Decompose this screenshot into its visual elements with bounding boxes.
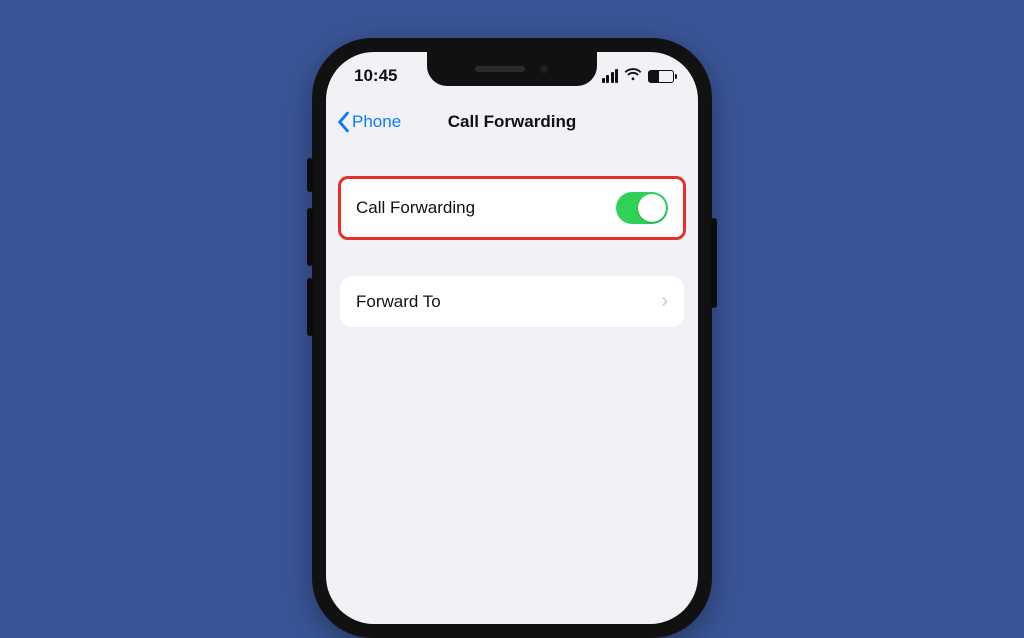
forward-to-row[interactable]: Forward To ›: [340, 276, 684, 327]
call-forwarding-toggle[interactable]: [616, 192, 668, 224]
phone-frame: 10:45 Phone: [312, 38, 712, 638]
toggle-knob: [638, 194, 666, 222]
forward-to-label: Forward To: [356, 292, 441, 312]
status-time: 10:45: [354, 66, 397, 86]
battery-icon: [648, 70, 674, 83]
cellular-signal-icon: [600, 69, 618, 83]
wifi-icon: [624, 66, 642, 86]
volume-down-button: [307, 278, 313, 336]
navigation-bar: Phone Call Forwarding: [326, 100, 698, 144]
front-camera: [539, 64, 549, 74]
call-forwarding-label: Call Forwarding: [356, 198, 475, 218]
back-button[interactable]: Phone: [336, 111, 401, 133]
back-label: Phone: [352, 112, 401, 132]
chevron-left-icon: [336, 111, 350, 133]
phone-screen: 10:45 Phone: [326, 52, 698, 624]
notch: [427, 52, 597, 86]
status-indicators: [600, 66, 674, 86]
page-title: Call Forwarding: [448, 112, 576, 132]
silence-switch: [307, 158, 313, 192]
volume-up-button: [307, 208, 313, 266]
call-forwarding-row[interactable]: Call Forwarding: [340, 178, 684, 238]
speaker-grille: [475, 66, 525, 72]
chevron-right-icon: ›: [661, 290, 668, 313]
side-button: [711, 218, 717, 308]
settings-content: Call Forwarding Forward To ›: [326, 144, 698, 327]
